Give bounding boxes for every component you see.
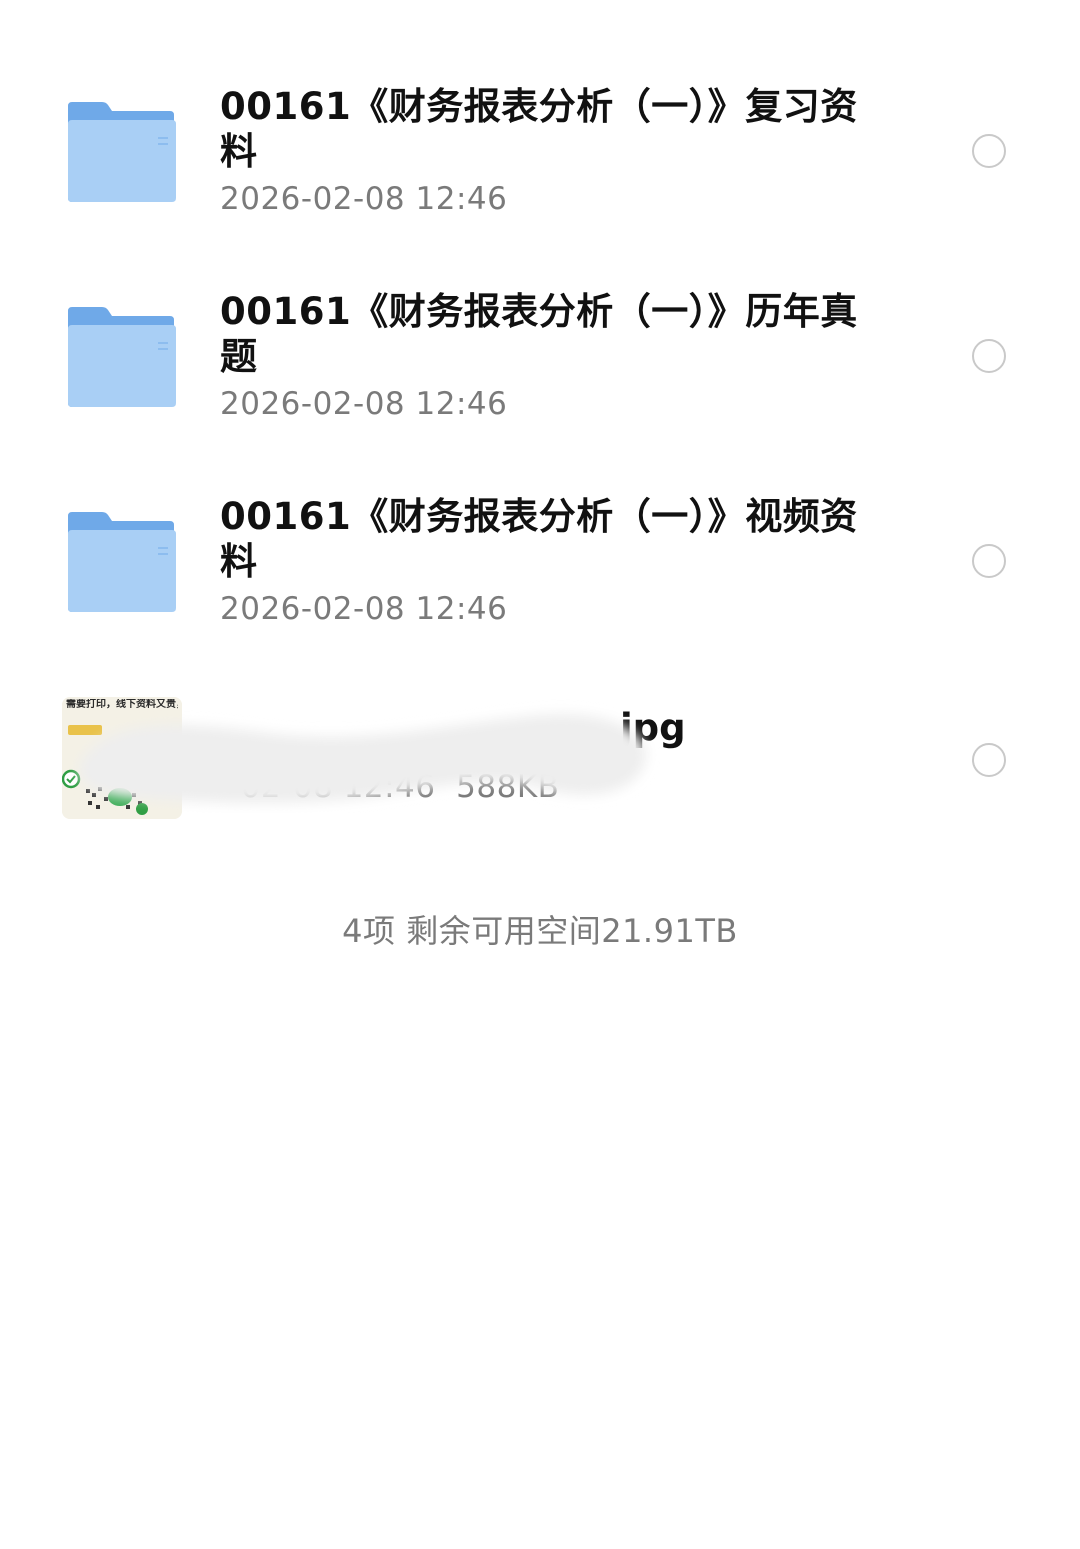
file-name: jpg [620,706,686,749]
file-name: 00161《财务报表分析（一）》复习资料 [220,85,858,173]
file-list-item-folder[interactable]: 00161《财务报表分析（一）》历年真题 2026-02-08 12:46 [0,255,1080,460]
file-modified-date: 02-08 12:46 588KB [220,769,560,805]
folder-icon [66,305,178,409]
select-radio[interactable] [972,544,1006,578]
file-name: 00161《财务报表分析（一）》历年真题 [220,290,858,378]
folder-icon [66,510,178,614]
file-modified-date: 2026-02-08 12:46 [220,181,508,217]
select-radio[interactable] [972,743,1006,777]
select-radio[interactable] [972,134,1006,168]
file-modified-date: 2026-02-08 12:46 [220,591,508,627]
thumbnail-caption: 需要打印，线下资料又贵，大家直接注册 印邮寄 [66,699,178,710]
image-thumbnail: 需要打印，线下资料又贵，大家直接注册 印邮寄 [62,697,182,819]
folder-icon [66,100,178,204]
file-list-item-folder[interactable]: 00161《财务报表分析（一）》复习资料 2026-02-08 12:46 [0,50,1080,255]
file-modified-date: 2026-02-08 12:46 [220,386,508,422]
storage-summary: 4项 剩余可用空间21.91TB [342,912,738,950]
file-list-item-image[interactable]: 需要打印，线下资料又贵，大家直接注册 印邮寄 jpg 02-08 12:46 5… [0,665,1080,855]
select-radio[interactable] [972,339,1006,373]
file-list-item-folder[interactable]: 00161《财务报表分析（一）》视频资料 2026-02-08 12:46 [0,460,1080,665]
file-name: 00161《财务报表分析（一）》视频资料 [220,495,858,583]
